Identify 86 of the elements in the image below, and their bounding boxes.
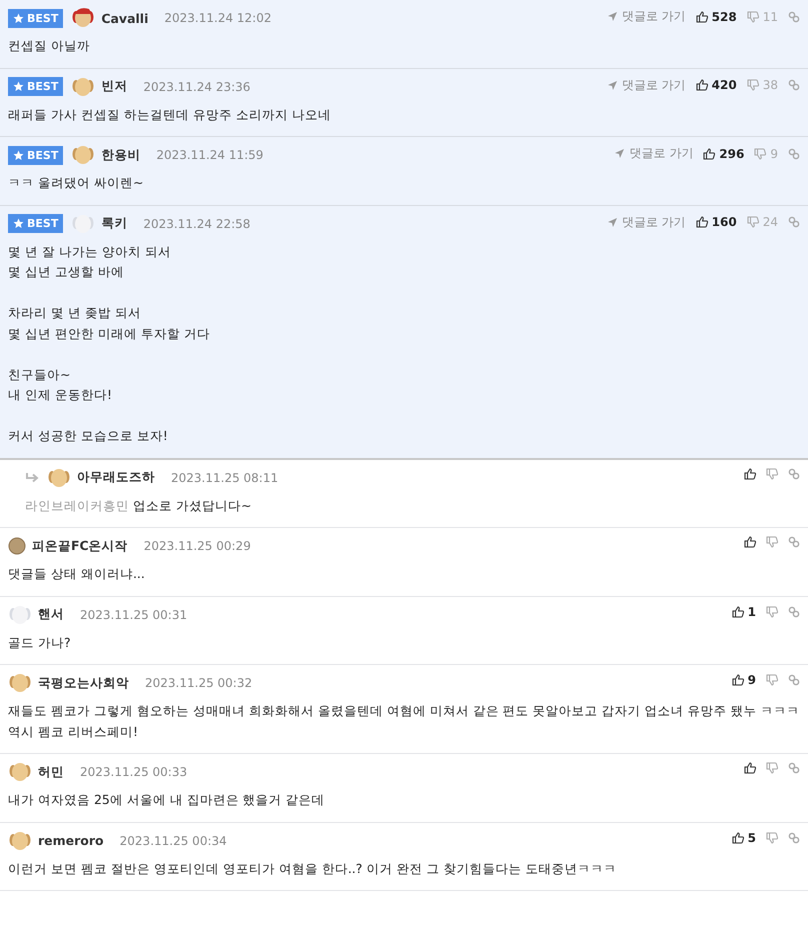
thumbs-up-icon[interactable] bbox=[744, 536, 756, 548]
link-icon[interactable] bbox=[788, 606, 800, 618]
nickname[interactable]: 국평오는사회악 bbox=[38, 674, 129, 692]
like-count: 420 bbox=[712, 78, 737, 92]
nickname[interactable]: Cavalli bbox=[101, 10, 148, 26]
comment-date: 2023.11.25 00:33 bbox=[80, 765, 188, 779]
comment-text: 재들도 펨코가 그렇게 혐오하는 성매매녀 희화화해서 올렸을텐데 여혐에 미쳐서 같은 편도 못알아보고 갑자기 업소녀 유망주 됐누 ㅋㅋㅋ 역시 펨코 리버스페미! bbox=[8, 703, 800, 738]
nickname[interactable]: 빈저 bbox=[101, 78, 128, 95]
comment-text: 몇 십년 고생할 바에 bbox=[8, 264, 124, 279]
thumbs-up-icon[interactable] bbox=[732, 832, 744, 844]
like-count: 160 bbox=[712, 215, 737, 229]
thumbs-down-icon[interactable] bbox=[766, 536, 778, 548]
comment-text: 이런거 보면 펨코 절반은 영포티인데 영포티가 여혐을 한다..? 이거 완전 그 찾기힘들다는 도태중년ㅋㅋㅋ bbox=[8, 860, 616, 876]
dislike-count: 24 bbox=[762, 215, 778, 229]
comment-text: 골드 가나? bbox=[8, 634, 71, 650]
link-icon[interactable] bbox=[788, 148, 800, 160]
nickname[interactable]: 아무래도즈하 bbox=[77, 469, 155, 486]
thumbs-down-icon[interactable] bbox=[746, 216, 759, 228]
comment-date: 2023.11.24 11:59 bbox=[156, 148, 264, 162]
best-badge: BEST bbox=[8, 77, 64, 96]
best-badge: BEST bbox=[8, 8, 64, 28]
send-arrow-icon[interactable] bbox=[606, 80, 618, 90]
nickname[interactable]: 피온끝FC온시작 bbox=[32, 538, 128, 554]
link-icon[interactable] bbox=[788, 10, 800, 22]
like-count: 5 bbox=[748, 830, 756, 844]
like-count: 1 bbox=[748, 604, 756, 618]
comment-date: 2023.11.24 23:36 bbox=[143, 80, 250, 94]
comment-date: 2023.11.25 08:11 bbox=[171, 470, 278, 484]
comment-text: 내가 여자였음 25에 서울에 내 집마련은 했을거 같은데 bbox=[8, 792, 325, 807]
nickname[interactable]: 한용비 bbox=[101, 146, 140, 164]
comment-date: 2023.11.25 00:34 bbox=[120, 834, 227, 848]
link-icon[interactable] bbox=[788, 79, 800, 91]
link-icon[interactable] bbox=[788, 468, 800, 480]
comment-text: 내 인제 운동한다! bbox=[8, 387, 112, 402]
comment-text: 커서 성공한 모습으로 보자! bbox=[8, 428, 168, 443]
nickname[interactable]: 록키 bbox=[101, 215, 128, 232]
link-icon[interactable] bbox=[788, 832, 800, 844]
comment-text: 차라리 몇 년 좆밥 되서 bbox=[8, 305, 141, 320]
send-arrow-icon[interactable] bbox=[614, 148, 626, 159]
thumbs-up-icon[interactable] bbox=[744, 762, 756, 774]
comment-date: 2023.11.24 12:02 bbox=[164, 11, 272, 25]
link-icon[interactable] bbox=[788, 216, 800, 228]
thumbs-up-icon[interactable] bbox=[732, 674, 744, 686]
like-count: 528 bbox=[712, 10, 737, 24]
dislike-count: 11 bbox=[762, 10, 778, 24]
send-arrow-icon[interactable] bbox=[606, 11, 618, 22]
comment-text: 래퍼들 가사 컨셉질 하는걸텐데 유망주 소리까지 나오네 bbox=[8, 106, 331, 122]
thumbs-up-icon[interactable] bbox=[696, 10, 708, 22]
send-arrow-icon[interactable] bbox=[606, 216, 618, 228]
comment-text: 컨셉질 아닐까 bbox=[8, 38, 90, 53]
thumbs-up-icon[interactable] bbox=[732, 606, 744, 618]
link-icon[interactable] bbox=[788, 762, 800, 774]
like-count: 9 bbox=[748, 673, 756, 687]
reply-arrow-icon bbox=[25, 472, 41, 484]
thumbs-down-icon[interactable] bbox=[754, 148, 766, 160]
thumbs-up-icon[interactable] bbox=[703, 148, 716, 160]
thumbs-up-icon[interactable] bbox=[744, 468, 756, 480]
comment-text: 몇 년 잘 나가는 양아치 되서 bbox=[8, 244, 171, 258]
dislike-count: 38 bbox=[762, 78, 778, 92]
thumbs-up-icon[interactable] bbox=[696, 79, 708, 91]
nickname[interactable]: remeroro bbox=[38, 833, 104, 848]
comment-text: 몇 십년 편안한 미래에 투자할 거다 bbox=[8, 326, 210, 340]
comment-date: 2023.11.25 00:29 bbox=[144, 539, 251, 553]
like-count: 296 bbox=[719, 146, 744, 160]
comment-date: 2023.11.24 22:58 bbox=[143, 216, 250, 230]
comment-text: ㅋㅋ 울려댔어 싸이렌~ bbox=[8, 175, 144, 190]
thumbs-up-icon[interactable] bbox=[696, 216, 708, 228]
comment-text: 업소로 가셨답니다~ bbox=[132, 498, 252, 512]
thumbs-down-icon[interactable] bbox=[766, 762, 778, 774]
thumbs-down-icon[interactable] bbox=[766, 468, 778, 480]
best-badge: BEST bbox=[8, 146, 64, 164]
comment-date: 2023.11.25 00:32 bbox=[145, 676, 252, 690]
best-badge: BEST bbox=[8, 214, 64, 233]
link-icon[interactable] bbox=[788, 674, 800, 686]
comment-text: 댓글들 상태 왜이러냐... bbox=[8, 566, 145, 581]
nickname[interactable]: 허민 bbox=[38, 764, 64, 780]
thumbs-down-icon[interactable] bbox=[766, 606, 778, 618]
dislike-count: 9 bbox=[770, 146, 778, 160]
comment-text: 친구들아~ bbox=[8, 366, 70, 382]
thumbs-down-icon[interactable] bbox=[746, 10, 759, 22]
nickname[interactable]: 핸서 bbox=[38, 606, 64, 623]
thumbs-down-icon[interactable] bbox=[766, 832, 778, 844]
thumbs-down-icon[interactable] bbox=[746, 79, 759, 91]
comment-date: 2023.11.25 00:31 bbox=[80, 608, 188, 622]
thumbs-down-icon[interactable] bbox=[766, 674, 778, 686]
link-icon[interactable] bbox=[788, 536, 800, 548]
